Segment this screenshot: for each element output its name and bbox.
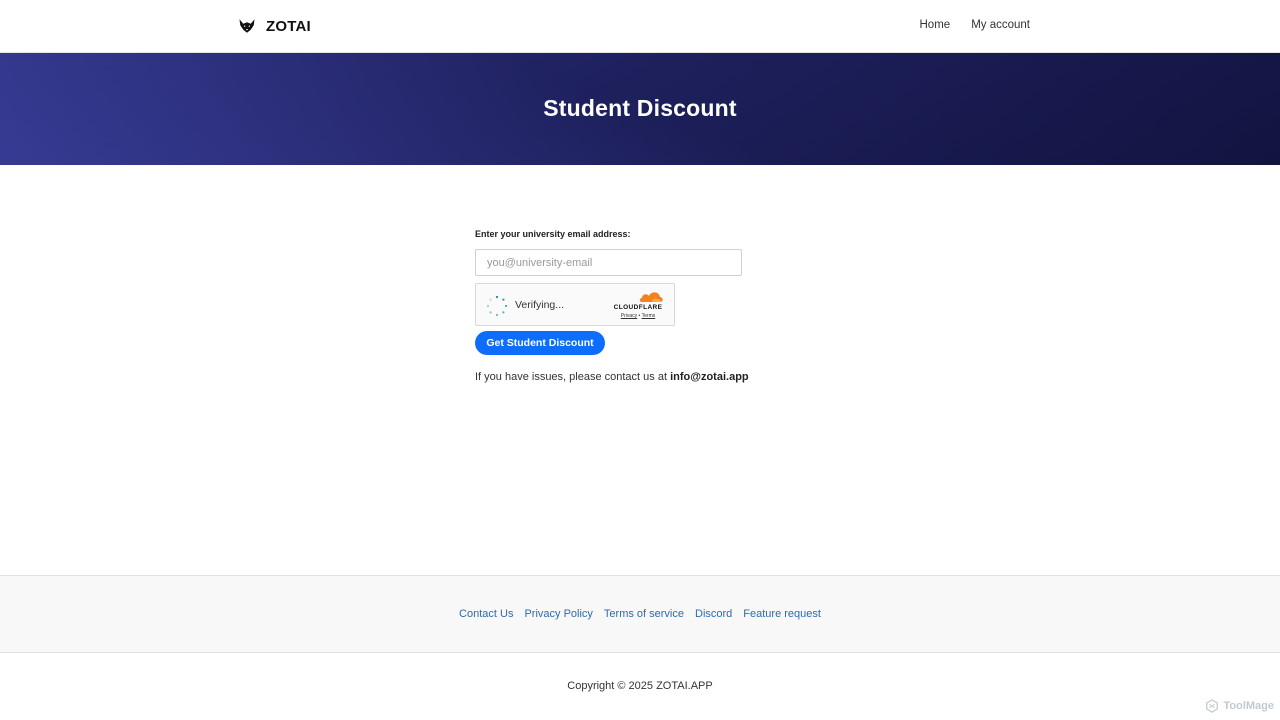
footer-links-bar: Contact Us Privacy Policy Terms of servi… [0, 575, 1280, 653]
captcha-terms-link[interactable]: Terms [642, 313, 656, 319]
get-student-discount-button[interactable]: Get Student Discount [475, 331, 605, 355]
brand-link[interactable]: ZOTAI [238, 17, 311, 35]
watermark: ToolMage [1205, 699, 1274, 713]
cloudflare-cloud-icon [639, 292, 663, 302]
captcha-privacy-link[interactable]: Privacy [621, 313, 637, 319]
watermark-text: ToolMage [1223, 700, 1274, 712]
contact-email[interactable]: info@zotai.app [670, 371, 749, 383]
contact-line: If you have issues, please contact us at… [475, 371, 775, 383]
footer-link-contact-us[interactable]: Contact Us [459, 608, 513, 620]
contact-text: If you have issues, please contact us at [475, 371, 668, 383]
captcha-status: Verifying... [515, 299, 565, 311]
footer-link-privacy-policy[interactable]: Privacy Policy [524, 608, 592, 620]
loading-spinner-icon [486, 295, 508, 317]
nav-my-account[interactable]: My account [971, 19, 1030, 31]
student-discount-form: Enter your university email address: Ver… [475, 229, 749, 383]
cloudflare-logo: CLOUDFLARE Privacy • Terms [612, 290, 664, 319]
page-title: Student Discount [543, 95, 737, 121]
cloudflare-turnstile-widget[interactable]: Verifying... CLOUDFLARE Privacy • Terms [475, 283, 675, 326]
toolmage-hexagon-icon [1206, 699, 1219, 713]
fox-logo-icon [239, 19, 255, 33]
footer-link-discord[interactable]: Discord [695, 608, 732, 620]
main-nav: Home My account [920, 19, 1031, 31]
nav-home[interactable]: Home [920, 19, 951, 31]
email-label: Enter your university email address: [475, 229, 631, 239]
copyright-text: Copyright © 2025 ZOTAI.APP [567, 680, 713, 692]
captcha-link-separator: • [638, 313, 641, 319]
cloudflare-wordmark: CLOUDFLARE [613, 304, 663, 311]
footer-link-terms-of-service[interactable]: Terms of service [604, 608, 684, 620]
university-email-input[interactable] [475, 249, 742, 276]
site-header: ZOTAI Home My account [0, 0, 1280, 53]
brand-name: ZOTAI [266, 17, 311, 35]
footer-links: Contact Us Privacy Policy Terms of servi… [0, 608, 1280, 620]
hero-banner: Student Discount [0, 53, 1280, 165]
captcha-links: Privacy • Terms [612, 313, 664, 319]
footer-link-feature-request[interactable]: Feature request [743, 608, 821, 620]
